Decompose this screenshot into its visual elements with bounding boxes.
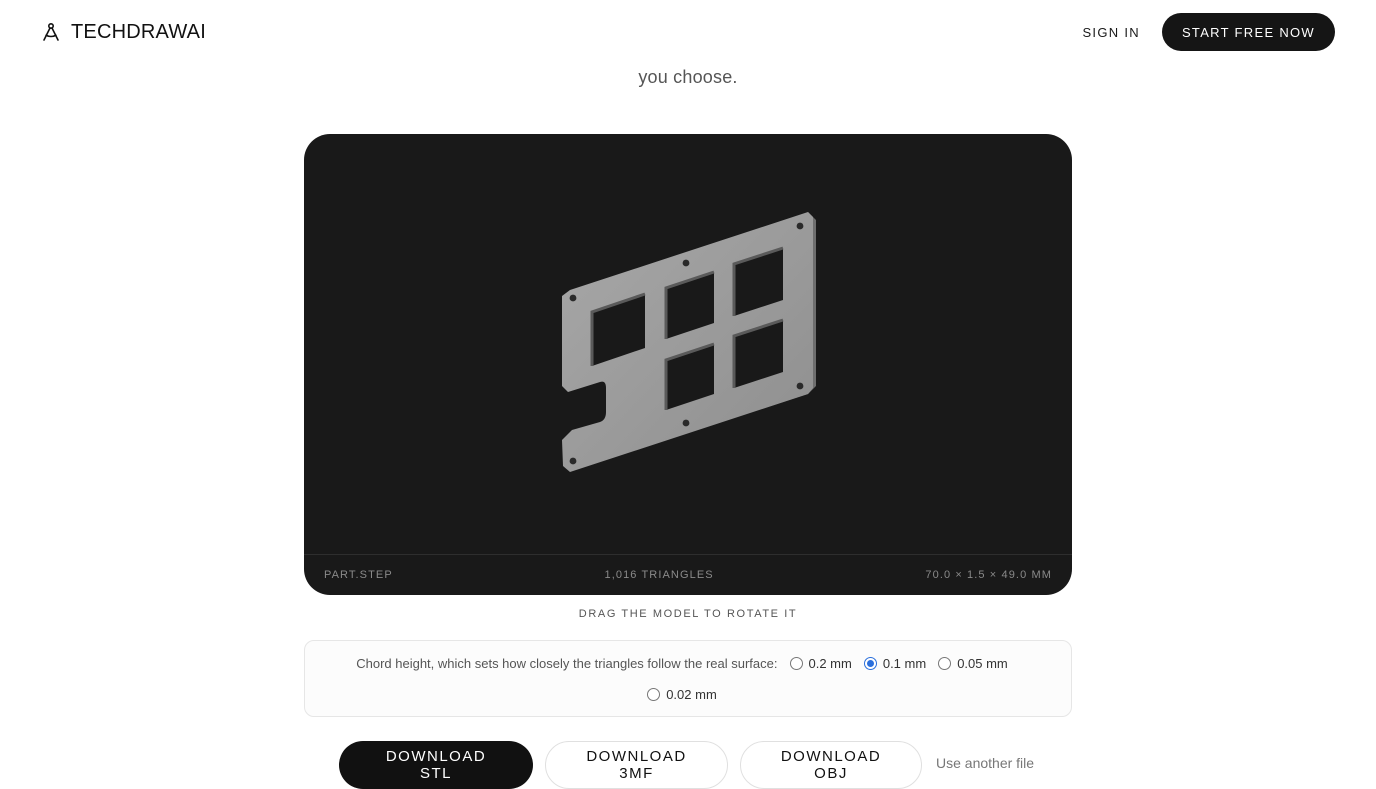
download-actions: DOWNLOAD STL DOWNLOAD 3MF DOWNLOAD OBJ U… bbox=[339, 741, 1034, 789]
download-stl-button[interactable]: DOWNLOAD STL bbox=[339, 741, 533, 789]
top-nav: TECHDRAWAI SIGN IN START FREE NOW bbox=[0, 0, 1376, 64]
radio-0-1mm[interactable]: 0.1 mm bbox=[863, 655, 927, 671]
radio-0-2mm[interactable]: 0.2 mm bbox=[789, 655, 852, 671]
model-viewer[interactable]: PART.STEP 1,016 TRIANGLES 70.0 × 1.5 × 4… bbox=[304, 134, 1072, 595]
start-free-button[interactable]: START FREE NOW bbox=[1161, 13, 1335, 51]
rotate-hint: DRAG THE MODEL TO ROTATE IT bbox=[578, 608, 798, 620]
chord-height-label: Chord height, which sets how closely the… bbox=[356, 655, 778, 671]
sign-in-link[interactable]: SIGN IN bbox=[1082, 25, 1140, 40]
radio-circle[interactable] bbox=[647, 687, 661, 701]
compass-icon bbox=[43, 22, 59, 41]
options-row-1: Chord height, which sets how closely the… bbox=[305, 653, 1071, 673]
model-render[interactable] bbox=[304, 134, 1072, 554]
radio-label: 0.05 mm bbox=[957, 655, 1008, 671]
radio-0-02mm[interactable]: 0.02 mm bbox=[647, 687, 717, 702]
use-another-file-link[interactable]: Use another file bbox=[936, 755, 1034, 771]
download-3mf-button[interactable]: DOWNLOAD 3MF bbox=[545, 741, 728, 789]
radio-0-05mm[interactable]: 0.05 mm bbox=[938, 656, 1008, 671]
brand[interactable]: TECHDRAWAI bbox=[40, 21, 206, 44]
options-row-2: 0.02 mm bbox=[305, 684, 1071, 704]
radio-label: 0.2 mm bbox=[808, 655, 852, 671]
chord-height-options: Chord height, which sets how closely the… bbox=[304, 640, 1072, 717]
triangle-count: 1,016 TRIANGLES bbox=[604, 569, 714, 581]
brand-name: TECHDRAWAI bbox=[71, 20, 206, 43]
viewer-status-bar: PART.STEP 1,016 TRIANGLES 70.0 × 1.5 × 4… bbox=[304, 554, 1072, 595]
download-obj-button[interactable]: DOWNLOAD OBJ bbox=[740, 741, 922, 789]
radio-label: 0.1 mm bbox=[882, 655, 927, 671]
radio-circle[interactable] bbox=[938, 656, 952, 670]
model-dimensions: 70.0 × 1.5 × 49.0 MM bbox=[925, 569, 1052, 581]
file-name: PART.STEP bbox=[324, 569, 393, 581]
radio-circle-selected[interactable] bbox=[863, 656, 877, 670]
radio-label: 0.02 mm bbox=[666, 686, 717, 702]
nav-actions: SIGN IN START FREE NOW bbox=[1082, 13, 1335, 51]
radio-circle[interactable] bbox=[789, 656, 803, 670]
intro-text: you choose. bbox=[638, 67, 738, 87]
